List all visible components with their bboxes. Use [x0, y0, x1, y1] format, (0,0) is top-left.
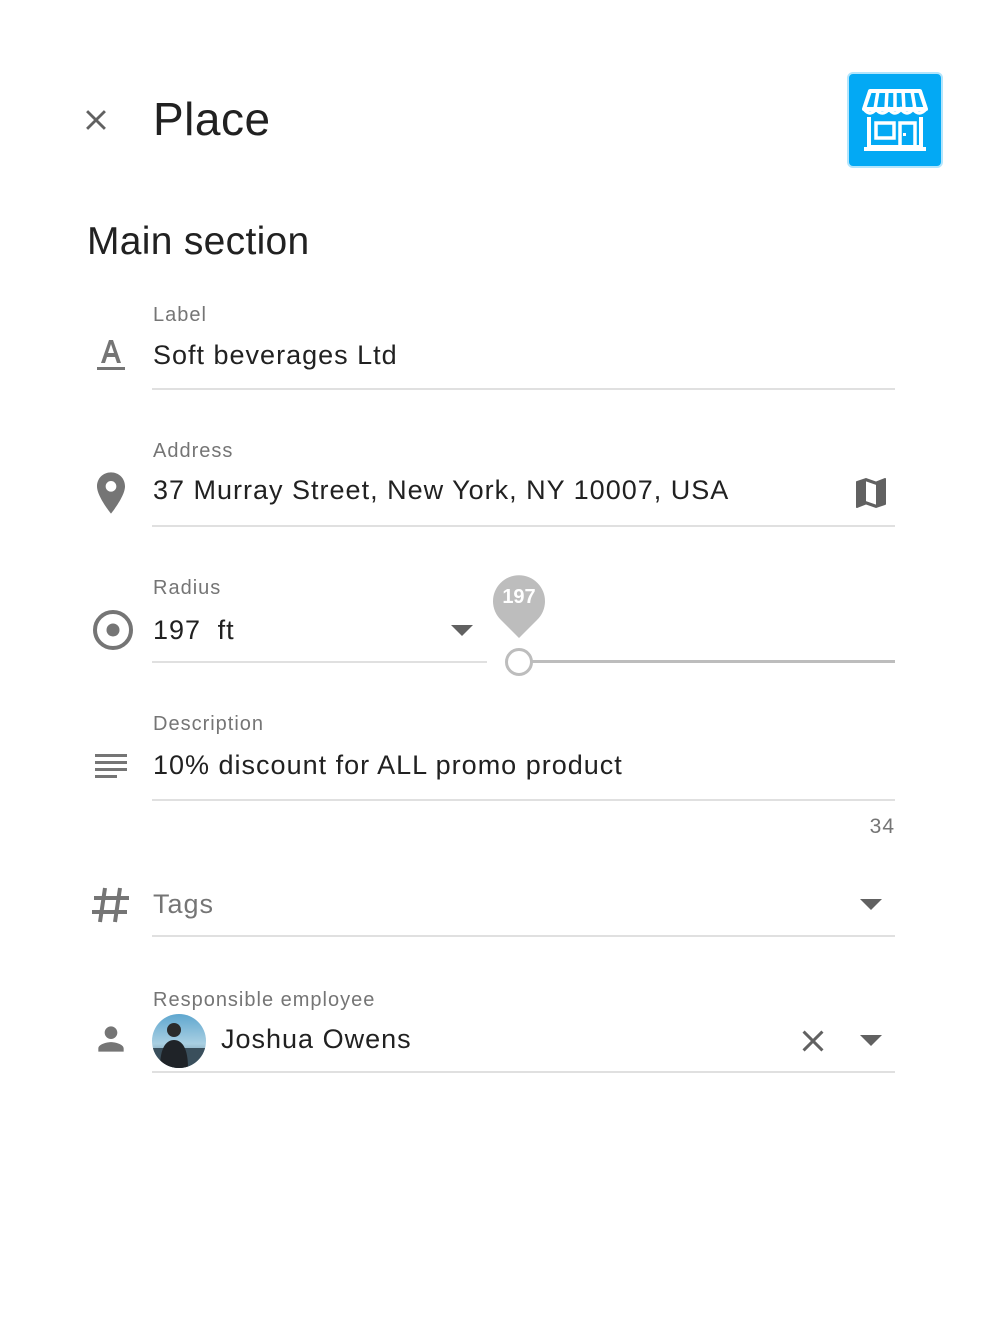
radius-slider-track[interactable] — [519, 660, 895, 663]
radius-field-underline — [152, 661, 487, 663]
person-icon — [90, 1018, 132, 1060]
label-field-label: Label — [153, 304, 207, 326]
location-pin-icon — [92, 470, 130, 516]
character-counter: 34 — [869, 815, 895, 838]
radius-field-label: Radius — [153, 577, 222, 599]
storefront-icon — [862, 89, 928, 151]
radius-slider-thumb[interactable] — [505, 648, 533, 676]
chevron-down-icon — [860, 1035, 882, 1046]
address-input[interactable]: 37 Murray Street, New York, NY 10007, US… — [153, 475, 729, 506]
close-icon — [802, 1030, 824, 1052]
text-format-icon — [92, 336, 130, 374]
label-input[interactable]: Soft beverages Ltd — [153, 340, 398, 371]
page-title: Place — [153, 93, 271, 145]
place-form-page: Place Main section Label Soft beverages … — [0, 0, 988, 1334]
radius-unit-dropdown[interactable] — [446, 616, 478, 646]
close-button[interactable] — [74, 98, 118, 142]
employee-name[interactable]: Joshua Owens — [221, 1024, 412, 1055]
tags-field-underline — [152, 935, 895, 937]
employee-field-underline — [152, 1071, 895, 1073]
tags-input[interactable]: Tags — [153, 889, 214, 920]
radius-number: 197 — [153, 615, 202, 645]
description-field-label: Description — [153, 713, 265, 735]
close-icon — [86, 110, 106, 130]
tags-dropdown[interactable] — [855, 890, 887, 920]
place-type-button[interactable] — [847, 72, 943, 168]
chevron-down-icon — [860, 899, 882, 910]
address-field-label: Address — [153, 440, 234, 462]
employee-dropdown[interactable] — [855, 1026, 887, 1056]
address-field-underline — [152, 525, 895, 527]
label-field-underline — [152, 388, 895, 390]
map-button[interactable] — [848, 470, 894, 516]
hashtag-icon — [88, 882, 134, 928]
employee-field-label: Responsible employee — [153, 989, 376, 1011]
description-field-underline — [152, 799, 895, 801]
notes-icon — [92, 748, 130, 786]
chevron-down-icon — [451, 625, 473, 636]
map-icon — [856, 478, 886, 508]
description-input[interactable]: 10% discount for ALL promo product — [153, 750, 623, 781]
radius-value[interactable]: 197 ft — [153, 615, 235, 646]
section-title: Main section — [87, 220, 310, 263]
radio-target-icon — [90, 607, 136, 653]
clear-employee-button[interactable] — [792, 1020, 834, 1062]
avatar — [152, 1014, 206, 1068]
radius-unit: ft — [217, 615, 235, 645]
slider-value-label: 197 — [502, 586, 536, 608]
